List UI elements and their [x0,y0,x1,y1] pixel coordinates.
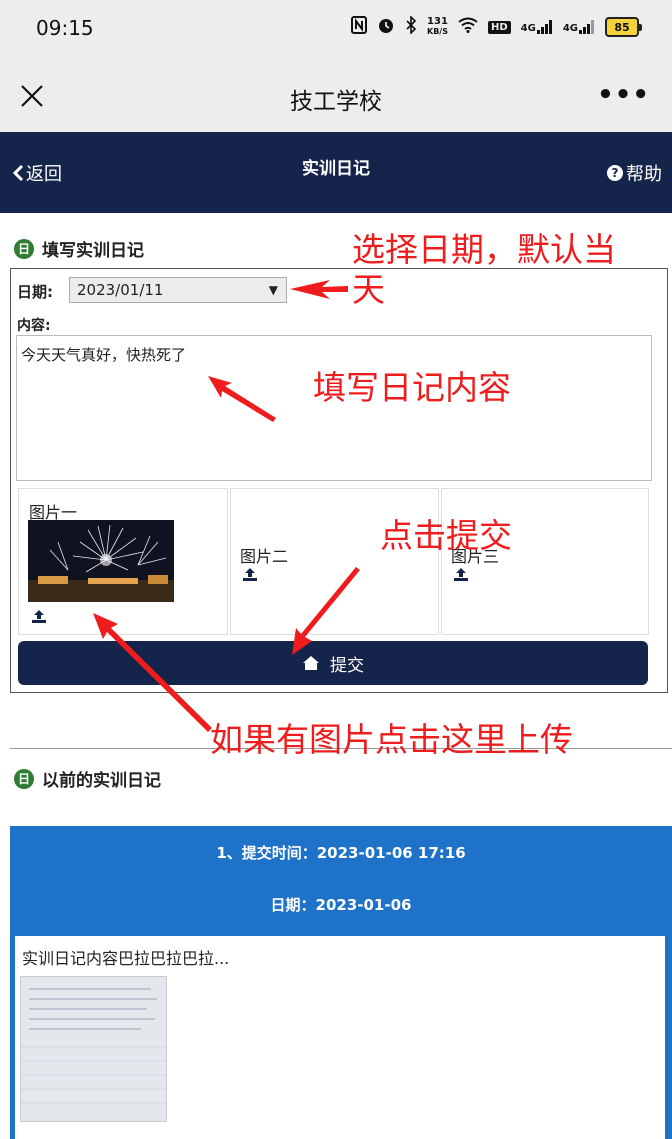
help-button[interactable]: ? 帮助 [607,160,662,186]
record-image[interactable] [20,976,167,1122]
record-submitted-time: 1、提交时间：2023-01-06 17:16 [216,844,466,862]
page-title: 实训日记 [302,159,370,179]
upload-icon[interactable] [242,567,258,582]
diary-form: 日期: 2023/01/11 ▼ 内容: 今天天气真好，快热死了 图片一 图片二… [10,268,668,693]
diary-icon: 日 [14,238,34,259]
hd-icon: HD [487,20,511,34]
nfc-icon [351,16,367,38]
upload-icon[interactable] [453,567,469,582]
more-menu-icon[interactable]: ••• [597,80,650,110]
content-label: 内容: [17,318,51,334]
history-section-title: 日 以前的实训日记 [14,766,161,791]
signal-icon-2: 4G [563,20,595,34]
diary-record[interactable]: 1、提交时间：2023-01-06 17:16 日期：2023-01-06 实训… [10,826,672,1139]
net-speed: 131 KB/S [427,16,448,37]
battery-icon: 85 [605,17,642,37]
content-textarea[interactable]: 今天天气真好，快热死了 [16,335,652,481]
record-body: 实训日记内容巴拉巴拉巴拉... [15,936,665,1139]
record-date: 日期：2023-01-06 [270,896,412,914]
uploaded-image [28,520,174,602]
wechat-title-bar: 技工学校 ••• [0,56,672,132]
diary-icon: 日 [14,768,34,789]
date-label: 日期: [17,283,53,301]
form-section-title: 日 填写实训日记 [14,236,144,261]
annotation-upload: 如果有图片点击这里上传 [210,720,573,759]
app-title: 技工学校 [290,89,382,115]
annotation-date: 选择日期，默认当 天 [352,230,616,309]
page-header: 返回 实训日记 ? 帮助 [0,132,672,213]
dropdown-arrow-icon: ▼ [268,283,278,297]
record-content: 实训日记内容巴拉巴拉巴拉... [22,949,230,968]
upload-icon[interactable] [31,609,47,624]
status-icons: 131 KB/S HD 4G 4G 85 [351,15,642,38]
date-select[interactable]: 2023/01/11 ▼ [69,277,287,303]
help-label: 帮助 [626,164,662,185]
bluetooth-icon [405,15,417,38]
status-bar: 09:15 131 KB/S HD 4G 4G 85 [0,0,672,56]
question-icon: ? [607,165,623,181]
status-time: 09:15 [36,16,94,40]
image-slot-3: 图片三 [441,488,649,635]
annotation-submit: 点击提交 [380,516,512,555]
image-slot-2: 图片二 [230,488,439,635]
wifi-icon [458,17,478,37]
image-label-2: 图片二 [240,547,289,566]
image-slot-1: 图片一 [18,488,228,635]
home-icon [303,656,319,670]
alarm-icon [377,16,395,38]
annotation-content: 填写日记内容 [313,368,511,407]
submit-button[interactable]: 提交 [18,641,648,685]
signal-icon: 4G [521,20,553,34]
